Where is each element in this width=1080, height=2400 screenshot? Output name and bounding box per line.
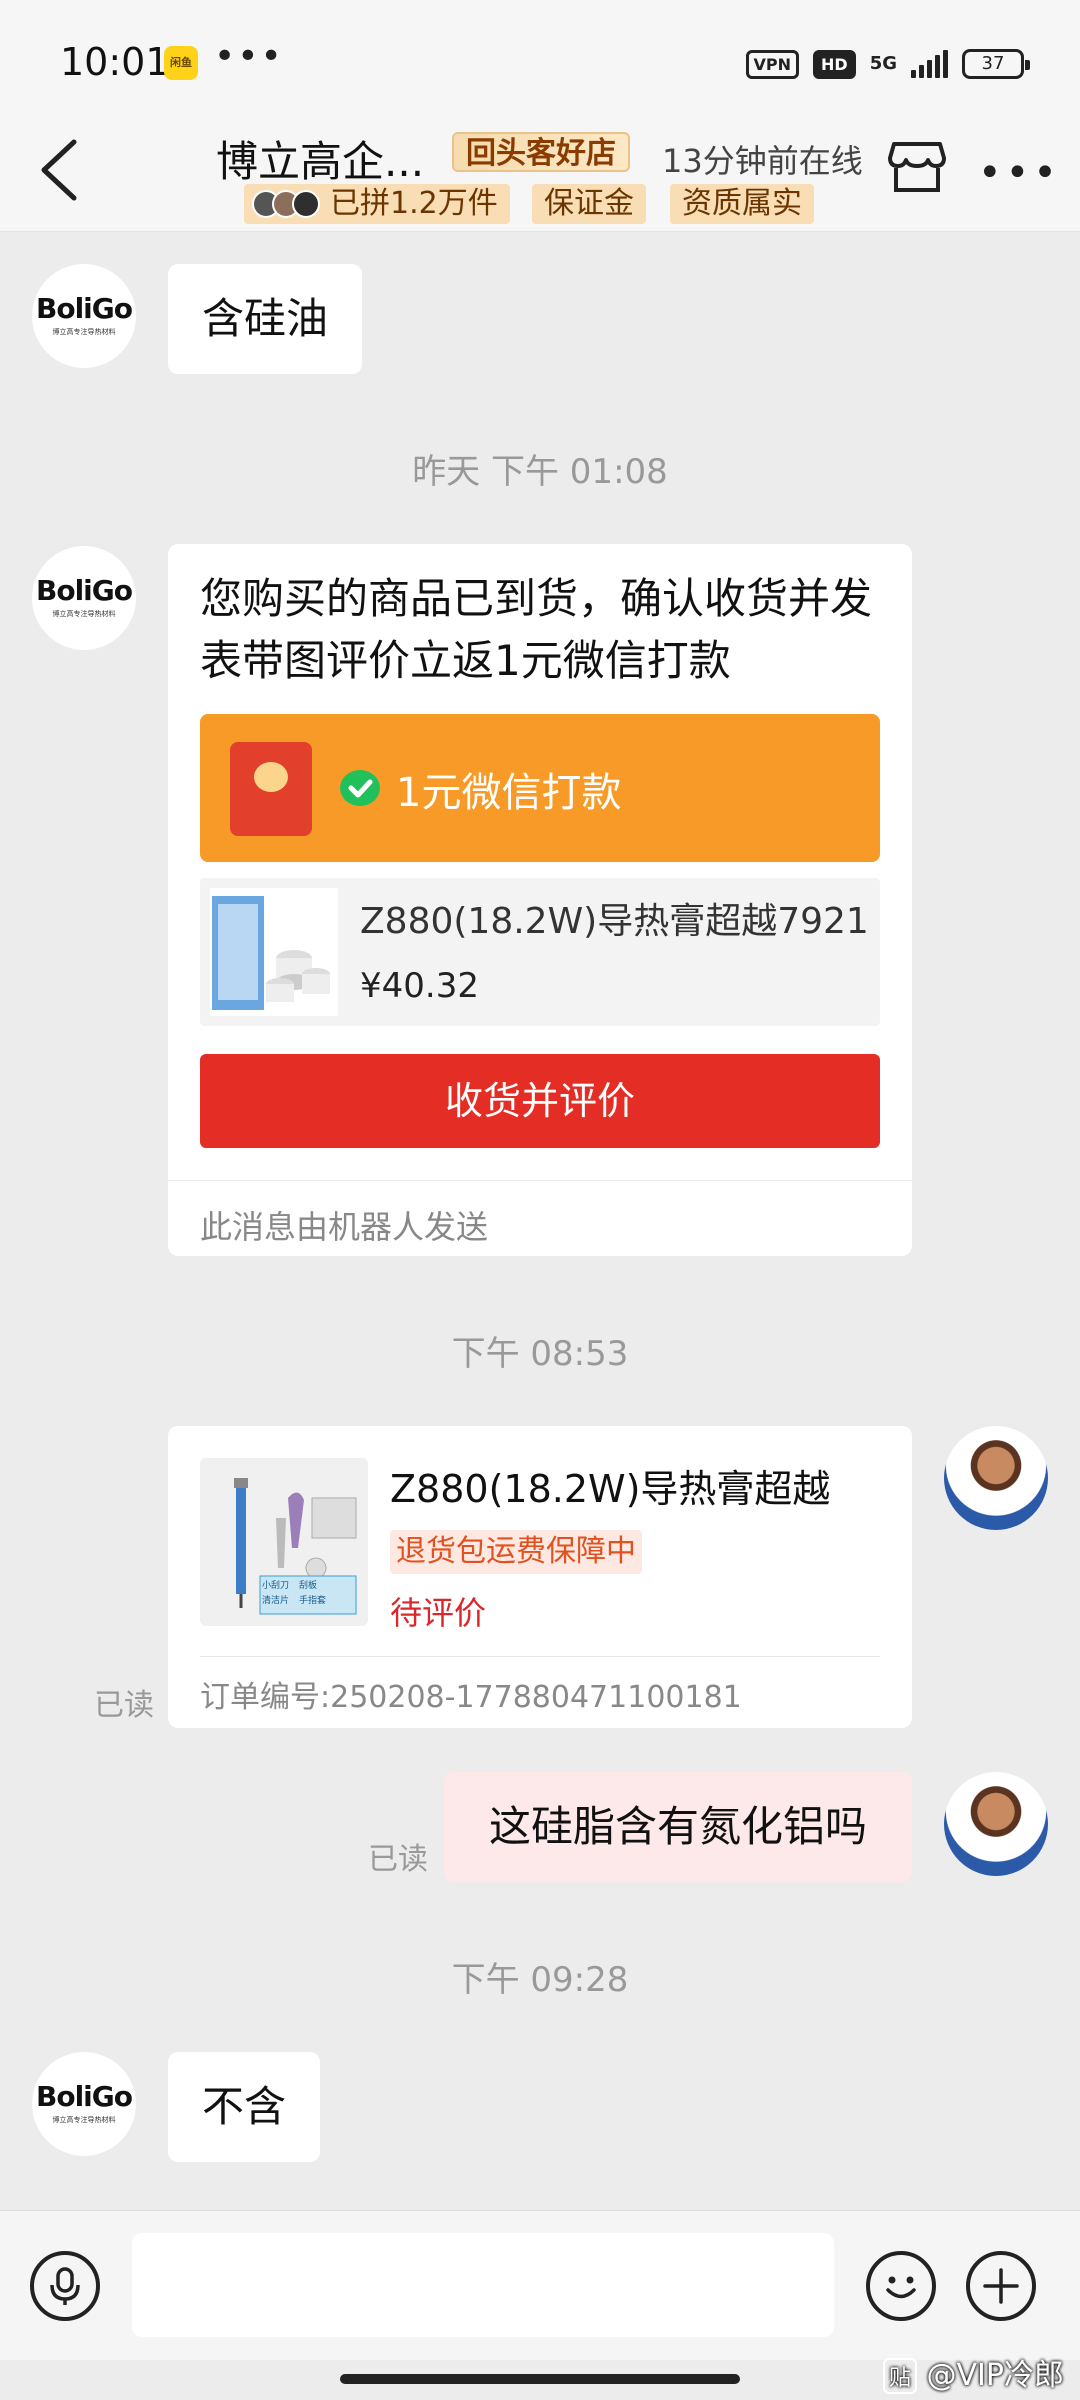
network-type: 5G [869, 53, 897, 74]
more-options-icon[interactable]: ••• [978, 150, 1061, 196]
buyer-avatars [252, 190, 324, 218]
repeat-customer-badge: 回头客好店 [452, 132, 630, 172]
chat-header: 博立高企... 回头客好店 13分钟前在线 ••• 已拼1.2万件 保证金 资质… [0, 120, 1080, 232]
product-price: ¥40.32 [360, 966, 479, 1006]
arrival-notice-card: 您购买的商品已到货，确认收货并发表带图评价立返1元微信打款 1元微信打款 Z88… [168, 544, 912, 1256]
avatar-logo: BoliGo [36, 292, 133, 325]
product-row[interactable]: Z880(18.2W)导热膏超越7921 ¥40.32 [200, 878, 880, 1026]
thumb-label: 手指套 [299, 1596, 327, 1606]
timestamp: 下午 09:28 [451, 1960, 629, 2000]
status-bar: 10:01 闲鱼 ••• VPN HD 5G 37 [0, 0, 1080, 120]
robot-notice: 此消息由机器人发送 [200, 1208, 489, 1246]
cashback-banner[interactable]: 1元微信打款 [200, 714, 880, 862]
message-bubble[interactable]: 不含 [168, 2052, 321, 2162]
thumb-label: 清洁片 [262, 1596, 290, 1606]
shop-avatar[interactable]: BoliGo 博立高专注导热材料 [32, 546, 136, 650]
more-notifications-icon: ••• [214, 36, 284, 77]
order-card[interactable]: 小刮刀 刮板 清洁片 手指套 Z880(18.2W)导热膏超越 退货包运费保障中… [168, 1426, 912, 1728]
card-message: 您购买的商品已到货，确认收货并发表带图评价立返1元微信打款 [200, 574, 873, 685]
red-packet-icon [230, 742, 312, 836]
user-avatar[interactable] [944, 1426, 1048, 1530]
order-product-name: Z880(18.2W)导热膏超越 [390, 1467, 831, 1511]
signal-icon [911, 50, 948, 78]
message-bubble-outgoing[interactable]: 这硅脂含有氮化铝吗 [444, 1772, 912, 1882]
sold-count-label: 已拼1.2万件 [330, 186, 498, 221]
avatar-logo-tagline: 博立高专注导热材料 [52, 610, 116, 618]
app-notification-icon: 闲鱼 [164, 46, 198, 80]
shop-avatar[interactable]: BoliGo 博立高专注导热材料 [32, 2052, 136, 2156]
shop-avatar[interactable]: BoliGo 博立高专注导热材料 [32, 264, 136, 368]
online-status: 13分钟前在线 [662, 142, 863, 180]
cashback-label: 1元微信打款 [396, 770, 622, 816]
shop-icon[interactable] [888, 140, 946, 194]
vpn-icon: VPN [745, 49, 800, 79]
emoji-button[interactable] [866, 2251, 936, 2321]
home-indicator[interactable] [340, 2374, 740, 2384]
confirm-receipt-button[interactable]: 收货并评价 [200, 1054, 880, 1148]
wechat-pay-icon [340, 770, 380, 806]
read-receipt: 已读 [368, 1842, 428, 1877]
watermark-text: @VIP冷郎 [926, 2358, 1064, 2393]
deposit-tag: 保证金 [532, 184, 646, 224]
voice-input-button[interactable] [30, 2251, 100, 2321]
message-bubble[interactable]: 含硅油 [168, 264, 363, 374]
order-number: 订单编号:250208-177880471100181 [200, 1680, 742, 1715]
plus-icon [983, 2268, 1019, 2304]
hd-icon: HD [813, 49, 856, 79]
timestamp: 下午 08:53 [451, 1334, 629, 1374]
qualification-tag: 资质属实 [670, 184, 814, 224]
avatar-logo: BoliGo [36, 574, 133, 607]
emoji-icon [886, 2276, 916, 2299]
product-name: Z880(18.2W)导热膏超越7921 [360, 901, 869, 942]
avatar-logo-tagline: 博立高专注导热材料 [52, 328, 116, 336]
user-avatar[interactable] [944, 1772, 1048, 1876]
read-receipt: 已读 [94, 1688, 154, 1723]
add-attachment-button[interactable] [966, 2251, 1036, 2321]
watermark: 贴 @VIP冷郎 [882, 2350, 1064, 2394]
product-thumbnail [210, 888, 338, 1016]
back-arrow-icon[interactable] [30, 130, 90, 210]
shop-name[interactable]: 博立高企... [216, 128, 424, 189]
status-time: 10:01 [60, 40, 170, 84]
avatar-logo: BoliGo [36, 2080, 133, 2113]
order-thumbnail: 小刮刀 刮板 清洁片 手指套 [200, 1458, 368, 1626]
battery-icon: 37 [962, 49, 1030, 79]
message-input[interactable] [132, 2233, 834, 2337]
status-indicators: VPN HD 5G 37 [745, 44, 1030, 84]
microphone-icon [50, 2267, 80, 2305]
thumbnail-labels: 小刮刀 刮板 清洁片 手指套 [262, 1578, 354, 1606]
card-divider [168, 1180, 912, 1181]
avatar-logo-tagline: 博立高专注导热材料 [52, 2116, 116, 2124]
shipping-guarantee-badge: 退货包运费保障中 [390, 1530, 642, 1574]
sold-count-tag: 已拼1.2万件 [244, 184, 510, 224]
order-status: 待评价 [390, 1594, 487, 1632]
watermark-icon: 贴 [882, 2358, 917, 2394]
order-divider [200, 1656, 880, 1657]
input-bar [0, 2210, 1080, 2360]
timestamp: 昨天 下午 01:08 [412, 452, 668, 492]
thumb-label: 刮板 [299, 1581, 318, 1591]
thumb-label: 小刮刀 [262, 1581, 290, 1591]
